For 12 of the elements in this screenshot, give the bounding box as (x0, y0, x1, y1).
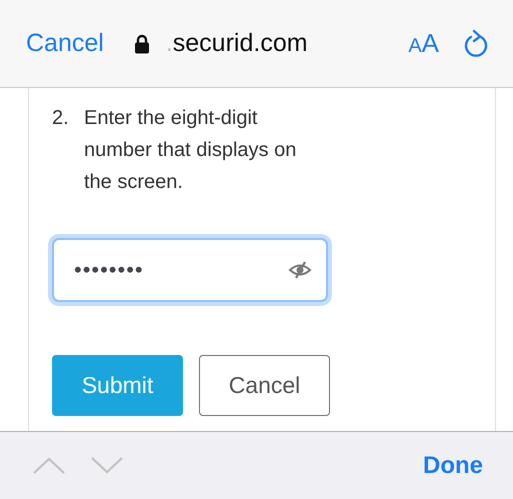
submit-button[interactable]: Submit (52, 355, 183, 416)
done-button[interactable]: Done (417, 446, 489, 484)
cancel-button[interactable]: Cancel (199, 355, 330, 416)
url-text[interactable]: .securid.com (166, 24, 308, 62)
eye-slash-icon[interactable] (288, 261, 312, 279)
lock-icon (134, 34, 150, 54)
step-number: 2. (52, 106, 70, 131)
cancel-link[interactable]: Cancel (26, 24, 104, 62)
step-instruction: Enter the eight-digit number that displays on the screen. (84, 106, 298, 195)
text-size-button[interactable]: AA (408, 24, 439, 64)
reload-icon[interactable] (463, 28, 489, 58)
password-field[interactable]: •••••••• (52, 238, 328, 302)
